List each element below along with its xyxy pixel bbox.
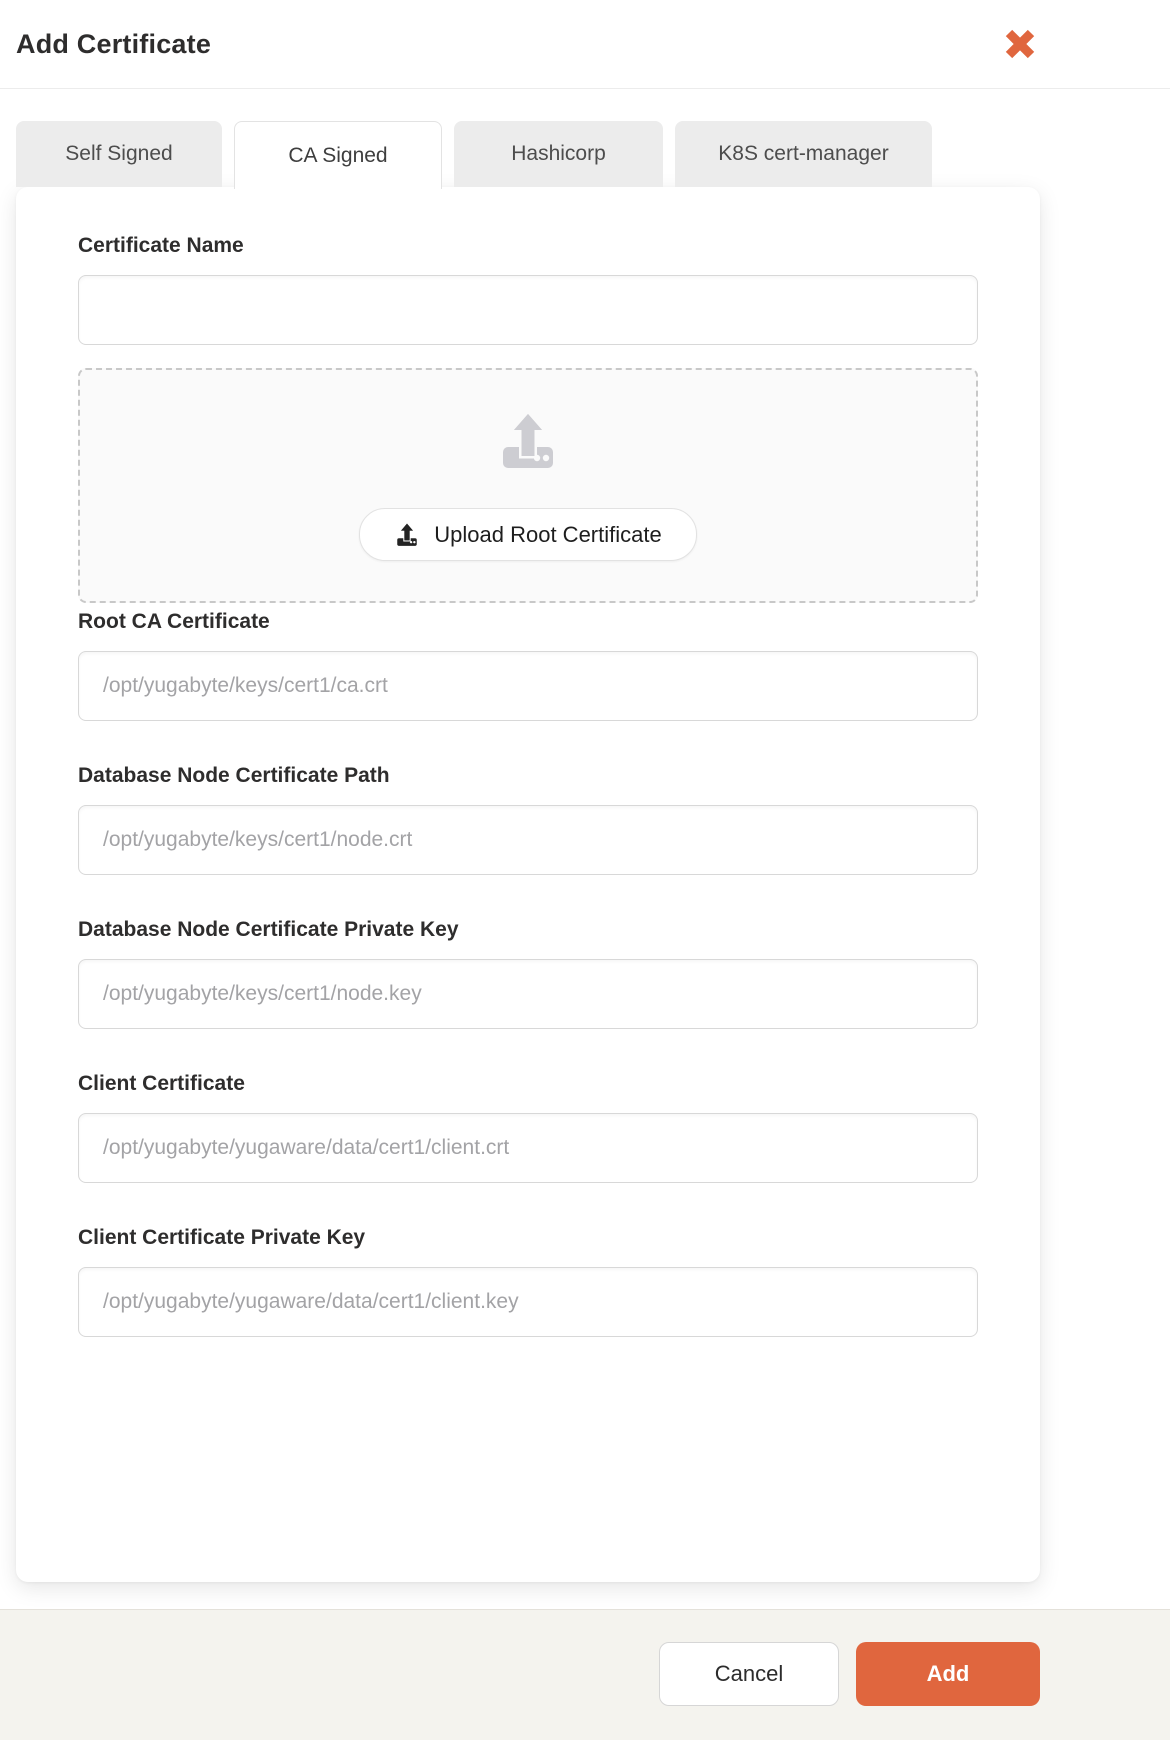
root-ca-certificate-input[interactable] (78, 651, 978, 721)
client-certificate-private-key-input[interactable] (78, 1267, 978, 1337)
tab-panel-ca-signed: Certificate Name Upload Root Certificate… (16, 187, 1040, 1582)
tab-ca-signed[interactable]: CA Signed (234, 121, 442, 189)
client-certificate-input[interactable] (78, 1113, 978, 1183)
page-title: Add Certificate (16, 28, 212, 59)
tab-self-signed[interactable]: Self Signed (16, 121, 222, 187)
add-button[interactable]: Add (856, 1642, 1040, 1706)
root-ca-certificate-label: Root CA Certificate (78, 610, 270, 633)
client-certificate-label: Client Certificate (78, 1072, 245, 1095)
db-node-certificate-path-label: Database Node Certificate Path (78, 764, 390, 787)
upload-icon (394, 521, 420, 548)
field-root-ca-certificate: Root CA Certificate (78, 610, 978, 721)
footer-actions: Cancel Add (659, 1642, 1040, 1706)
modal-body: Self Signed CA Signed Hashicorp K8S cert… (0, 121, 1056, 1582)
modal-header: Add Certificate (0, 0, 1056, 88)
close-icon (1001, 25, 1039, 63)
upload-root-certificate-button[interactable]: Upload Root Certificate (359, 508, 697, 561)
field-db-node-certificate-private-key: Database Node Certificate Private Key (78, 918, 978, 1029)
header-divider (0, 88, 1170, 89)
close-button[interactable] (1000, 24, 1040, 64)
upload-tray-icon (495, 410, 561, 474)
field-client-certificate: Client Certificate (78, 1072, 978, 1183)
field-db-node-certificate-path: Database Node Certificate Path (78, 764, 978, 875)
tab-hashicorp[interactable]: Hashicorp (454, 121, 663, 187)
client-certificate-private-key-label: Client Certificate Private Key (78, 1226, 366, 1249)
tab-bar: Self Signed CA Signed Hashicorp K8S cert… (16, 121, 1040, 189)
root-certificate-dropzone[interactable]: Upload Root Certificate (78, 368, 978, 603)
db-node-certificate-private-key-label: Database Node Certificate Private Key (78, 918, 459, 941)
tab-k8s-cert-manager[interactable]: K8S cert-manager (675, 121, 932, 187)
db-node-certificate-path-input[interactable] (78, 805, 978, 875)
certificate-name-input[interactable] (78, 275, 978, 345)
cancel-button[interactable]: Cancel (659, 1642, 839, 1706)
field-certificate-name: Certificate Name (78, 234, 978, 345)
db-node-certificate-private-key-input[interactable] (78, 959, 978, 1029)
field-client-certificate-private-key: Client Certificate Private Key (78, 1226, 978, 1337)
modal-footer: Cancel Add (0, 1609, 1170, 1740)
upload-button-label: Upload Root Certificate (434, 521, 662, 547)
certificate-name-label: Certificate Name (78, 234, 244, 257)
